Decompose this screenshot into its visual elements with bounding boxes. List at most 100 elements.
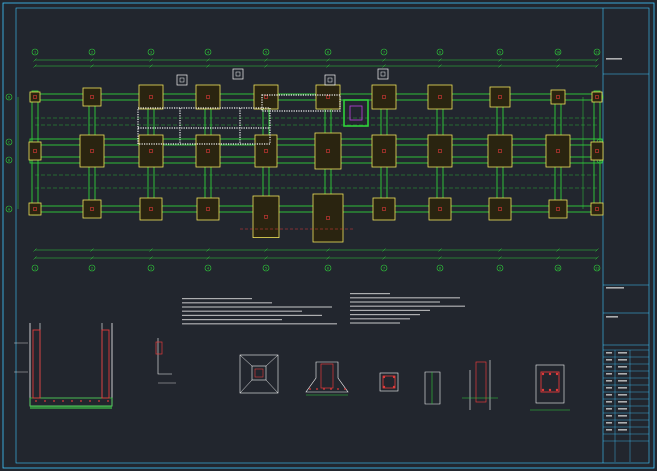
rebar-dot bbox=[392, 375, 396, 379]
footing bbox=[487, 134, 513, 168]
note-line bbox=[350, 309, 430, 311]
rebar-dot bbox=[344, 388, 346, 390]
axis-label: 10 bbox=[556, 266, 560, 270]
axis-label: 2 bbox=[91, 50, 93, 54]
footing-detail-diag bbox=[239, 354, 253, 367]
section-mark bbox=[176, 74, 188, 86]
axis-label: 6 bbox=[327, 266, 329, 270]
pit-section-outline bbox=[29, 323, 113, 407]
notes-right bbox=[350, 293, 465, 324]
beam-detail bbox=[157, 338, 172, 375]
wall-joint bbox=[424, 371, 441, 405]
beam-detail-rebar bbox=[155, 341, 163, 355]
footing bbox=[545, 134, 571, 168]
tb-cell-text bbox=[618, 401, 627, 403]
footing bbox=[314, 132, 342, 170]
tb-field-text bbox=[606, 316, 618, 318]
footing bbox=[590, 202, 604, 216]
rebar-dot bbox=[62, 400, 64, 402]
axis-label: 4 bbox=[207, 50, 209, 54]
tb-cell-text bbox=[606, 352, 612, 354]
footing bbox=[315, 84, 341, 110]
footing bbox=[427, 84, 453, 110]
axis-label: 5 bbox=[265, 266, 267, 270]
cad-drawing-canvas[interactable]: 11223344556677889910101111DDCCBBAA bbox=[0, 0, 657, 471]
section-mark-inner bbox=[327, 77, 333, 83]
note-line bbox=[350, 301, 440, 303]
rebar-dot bbox=[337, 388, 339, 390]
note-line bbox=[350, 293, 390, 295]
rebar-dot bbox=[98, 400, 100, 402]
tb-cell-text bbox=[606, 359, 612, 361]
pit-section-inner bbox=[39, 323, 103, 399]
footing-detail-rebar bbox=[254, 368, 264, 378]
rebar-dot bbox=[80, 400, 82, 402]
rebar-dot bbox=[330, 388, 332, 390]
axis-label: 2 bbox=[91, 266, 93, 270]
footing bbox=[138, 84, 164, 110]
title-block bbox=[603, 58, 649, 462]
note-line bbox=[350, 314, 420, 316]
tb-cell-text bbox=[618, 380, 627, 382]
tb-cell-text bbox=[618, 415, 627, 417]
footing bbox=[82, 87, 102, 107]
tb-cell-text bbox=[606, 408, 612, 410]
footing bbox=[252, 195, 280, 238]
axis-label: 3 bbox=[150, 266, 152, 270]
axis-label: 5 bbox=[265, 50, 267, 54]
tb-cell-text bbox=[618, 359, 627, 361]
note-line bbox=[182, 302, 272, 304]
axis-label: 6 bbox=[327, 50, 329, 54]
axis-label: B bbox=[8, 158, 10, 162]
section-mark bbox=[232, 68, 244, 80]
footing bbox=[28, 141, 42, 161]
footing bbox=[254, 134, 278, 168]
footing bbox=[82, 199, 102, 219]
footing-detail-diag bbox=[265, 379, 279, 394]
footing bbox=[428, 197, 452, 221]
tb-cell-text bbox=[606, 394, 612, 396]
axis-label: 3 bbox=[150, 50, 152, 54]
footing bbox=[253, 84, 279, 110]
axis-label: 8 bbox=[439, 50, 441, 54]
axis-label: 4 bbox=[207, 266, 209, 270]
rebar-dot bbox=[53, 400, 55, 402]
note-line bbox=[350, 322, 400, 324]
note-line bbox=[182, 306, 332, 308]
tb-cell-text bbox=[618, 422, 627, 424]
elevator-pit bbox=[343, 99, 369, 127]
note-line bbox=[350, 305, 465, 307]
axis-label: C bbox=[8, 140, 10, 144]
note-line bbox=[182, 323, 337, 325]
pit-slab bbox=[29, 397, 113, 407]
footing-detail-diag bbox=[265, 354, 279, 367]
footing-detail-outer bbox=[239, 354, 279, 394]
note-line bbox=[182, 298, 252, 300]
footing bbox=[196, 197, 220, 221]
rebar-dot bbox=[548, 388, 552, 392]
axis-label: 1 bbox=[34, 266, 36, 270]
footing bbox=[28, 202, 42, 216]
tb-cell-text bbox=[606, 387, 612, 389]
footing bbox=[79, 134, 105, 168]
rebar-dot bbox=[309, 388, 311, 390]
footing bbox=[489, 86, 511, 108]
axis-label: 7 bbox=[383, 266, 385, 270]
tb-cell-text bbox=[606, 422, 612, 424]
axis-label: D bbox=[8, 95, 10, 99]
section-mark-inner bbox=[179, 77, 185, 83]
pit-wall-rebar bbox=[32, 329, 41, 399]
tb-cell-text bbox=[618, 394, 627, 396]
column-cage bbox=[535, 364, 565, 404]
footing bbox=[591, 91, 603, 103]
tb-cell-text bbox=[618, 352, 627, 354]
note-line bbox=[350, 318, 410, 320]
tb-cell-text bbox=[618, 373, 627, 375]
tie-detail bbox=[469, 360, 491, 410]
notes-left bbox=[182, 298, 337, 325]
tb-cell-text bbox=[606, 366, 612, 368]
pit-wall-rebar bbox=[101, 329, 110, 399]
footing-section-rebar bbox=[320, 363, 334, 389]
footing bbox=[372, 197, 396, 221]
rebar-dot bbox=[71, 400, 73, 402]
